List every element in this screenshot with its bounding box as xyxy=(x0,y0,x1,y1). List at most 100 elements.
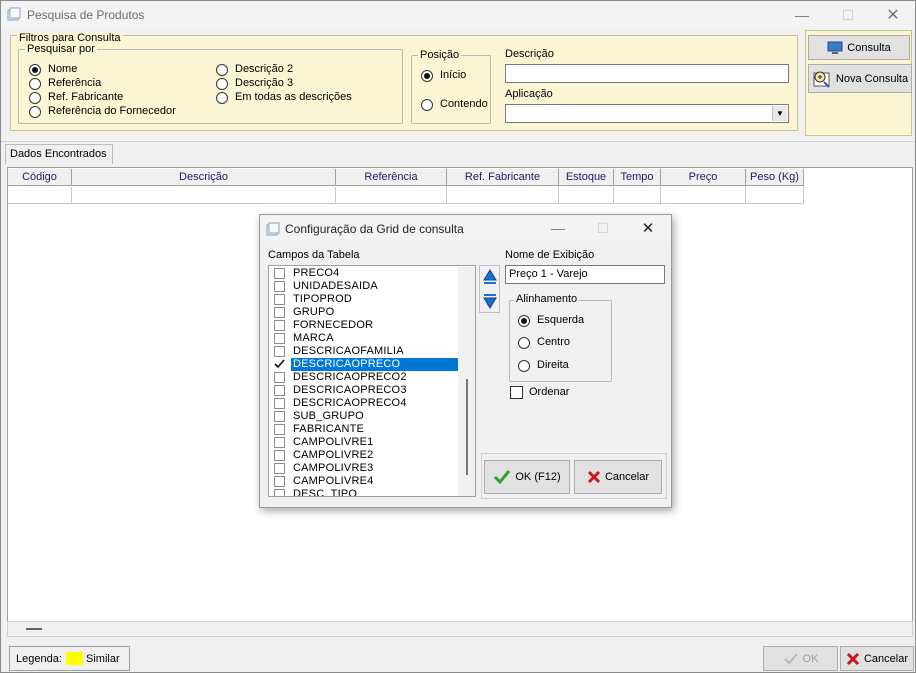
dialog-app-icon xyxy=(266,222,280,236)
table-cell[interactable] xyxy=(72,187,336,204)
list-item[interactable]: MARCA xyxy=(269,332,459,345)
checkmark-icon xyxy=(783,652,798,664)
field-checkbox[interactable] xyxy=(274,437,285,448)
list-item[interactable]: DESCRICAOPRECO4 xyxy=(269,397,459,410)
radio-todas-descricoes-label: Em todas as descrições xyxy=(235,91,352,103)
order-checkbox[interactable] xyxy=(510,386,523,399)
display-name-label: Nome de Exibição xyxy=(505,249,595,261)
column-header-estoque[interactable]: Estoque xyxy=(559,169,614,186)
table-cell[interactable] xyxy=(614,187,661,204)
field-checkbox[interactable] xyxy=(274,476,285,487)
description-label: Descrição xyxy=(505,48,554,60)
field-checkbox[interactable] xyxy=(274,398,285,409)
column-header-ref-fabricante[interactable]: Ref. Fabricante xyxy=(447,169,559,186)
field-checkbox[interactable] xyxy=(274,463,285,474)
column-header-peso[interactable]: Peso (Kg) xyxy=(746,169,804,186)
field-checkbox[interactable] xyxy=(274,333,285,344)
footer-ok-button[interactable]: OK xyxy=(763,646,838,671)
list-item[interactable]: GRUPO xyxy=(269,306,459,319)
radio-todas-descricoes[interactable] xyxy=(216,92,228,104)
display-name-input[interactable]: Preço 1 - Varejo xyxy=(505,265,665,284)
radio-ref-fornecedor[interactable] xyxy=(29,106,41,118)
table-cell[interactable] xyxy=(661,187,746,204)
minimize-button[interactable]: — xyxy=(779,1,825,29)
table-cell[interactable] xyxy=(336,187,447,204)
field-checkbox[interactable] xyxy=(274,359,285,370)
radio-centro[interactable] xyxy=(518,337,530,349)
radio-contendo-label: Contendo xyxy=(440,98,488,110)
field-checkbox[interactable] xyxy=(274,450,285,461)
vertical-scrollbar[interactable] xyxy=(458,267,475,496)
list-item[interactable]: UNIDADESAIDA xyxy=(269,280,459,293)
dialog-ok-button[interactable]: OK (F12) xyxy=(484,460,570,494)
column-header-tempo[interactable]: Tempo xyxy=(614,169,661,186)
list-item[interactable]: SUB_GRUPO xyxy=(269,410,459,423)
radio-inicio[interactable] xyxy=(421,70,433,82)
column-header-descricao[interactable]: Descrição xyxy=(72,169,336,186)
tab-dados-encontrados[interactable]: Dados Encontrados xyxy=(5,144,113,164)
radio-ref-fornecedor-label: Referência do Fornecedor xyxy=(48,105,176,117)
scrollbar-thumb[interactable] xyxy=(26,628,42,630)
list-item[interactable]: DESCRICAOPRECO3 xyxy=(269,384,459,397)
list-item[interactable]: DESCRICAOFAMILIA xyxy=(269,345,459,358)
list-item[interactable]: CAMPOLIVRE4 xyxy=(269,475,459,488)
field-name: DESCRICAOPRECO3 xyxy=(293,384,407,396)
chevron-down-icon[interactable]: ▼ xyxy=(772,106,787,121)
arrow-up-icon[interactable] xyxy=(483,268,497,286)
footer-cancel-button[interactable]: Cancelar xyxy=(840,646,914,671)
field-checkbox[interactable] xyxy=(274,307,285,318)
field-checkbox[interactable] xyxy=(274,294,285,305)
radio-descricao3[interactable] xyxy=(216,78,228,90)
table-cell[interactable] xyxy=(447,187,559,204)
list-item[interactable]: DESCRICAOPRECO2 xyxy=(269,371,459,384)
field-checkbox[interactable] xyxy=(274,268,285,279)
field-checkbox[interactable] xyxy=(274,489,285,496)
list-item[interactable]: CAMPOLIVRE3 xyxy=(269,462,459,475)
radio-ref-fabricante[interactable] xyxy=(29,92,41,104)
dialog-cancel-button[interactable]: Cancelar xyxy=(574,460,662,494)
list-item[interactable]: CAMPOLIVRE1 xyxy=(269,436,459,449)
list-item[interactable]: PRECO4 xyxy=(269,267,459,280)
field-checkbox[interactable] xyxy=(274,372,285,383)
field-checkbox[interactable] xyxy=(274,385,285,396)
application-select[interactable]: ▼ xyxy=(505,104,789,123)
list-item[interactable]: CAMPOLIVRE2 xyxy=(269,449,459,462)
column-header-referencia[interactable]: Referência xyxy=(336,169,447,186)
radio-descricao2[interactable] xyxy=(216,64,228,76)
list-item[interactable]: DESC_TIPO xyxy=(269,488,459,496)
radio-direita-label: Direita xyxy=(537,359,569,371)
arrow-down-icon[interactable] xyxy=(483,292,497,310)
field-checkbox[interactable] xyxy=(274,320,285,331)
consult-button[interactable]: Consulta xyxy=(808,35,910,60)
maximize-button[interactable]: ☐ xyxy=(825,1,871,29)
tab-dados-encontrados-label: Dados Encontrados xyxy=(10,148,107,160)
list-item[interactable]: TIPOPROD xyxy=(269,293,459,306)
new-consult-button[interactable]: Nova Consulta xyxy=(808,64,912,93)
table-cell[interactable] xyxy=(559,187,614,204)
column-header-codigo[interactable]: Código xyxy=(8,169,72,186)
table-cell[interactable] xyxy=(746,187,804,204)
list-item[interactable]: FABRICANTE xyxy=(269,423,459,436)
scrollbar-thumb[interactable] xyxy=(466,379,468,475)
radio-esquerda[interactable] xyxy=(518,315,530,327)
fields-list[interactable]: PRECO4 UNIDADESAIDA TIPOPROD GRUPO FORNECEDO… xyxy=(268,265,476,497)
field-checkbox[interactable] xyxy=(274,424,285,435)
list-item[interactable]: FORNECEDOR xyxy=(269,319,459,332)
legend-box: Legenda: Similar xyxy=(9,646,130,671)
dialog-minimize-button[interactable]: — xyxy=(536,215,580,241)
radio-contendo[interactable] xyxy=(421,99,433,111)
field-checkbox[interactable] xyxy=(274,281,285,292)
close-button[interactable]: ✕ xyxy=(870,1,916,29)
dialog-close-button[interactable]: ✕ xyxy=(626,215,670,241)
horizontal-scrollbar[interactable] xyxy=(7,621,913,637)
radio-nome[interactable] xyxy=(29,64,41,76)
table-row[interactable] xyxy=(8,187,72,204)
list-item[interactable]: DESCRICAOPRECO xyxy=(269,358,459,371)
dialog-maximize-button[interactable]: ☐ xyxy=(581,215,625,241)
description-input[interactable] xyxy=(505,64,789,83)
field-checkbox[interactable] xyxy=(274,346,285,357)
column-header-preco[interactable]: Preço xyxy=(661,169,746,186)
radio-referencia[interactable] xyxy=(29,78,41,90)
field-checkbox[interactable] xyxy=(274,411,285,422)
radio-direita[interactable] xyxy=(518,360,530,372)
